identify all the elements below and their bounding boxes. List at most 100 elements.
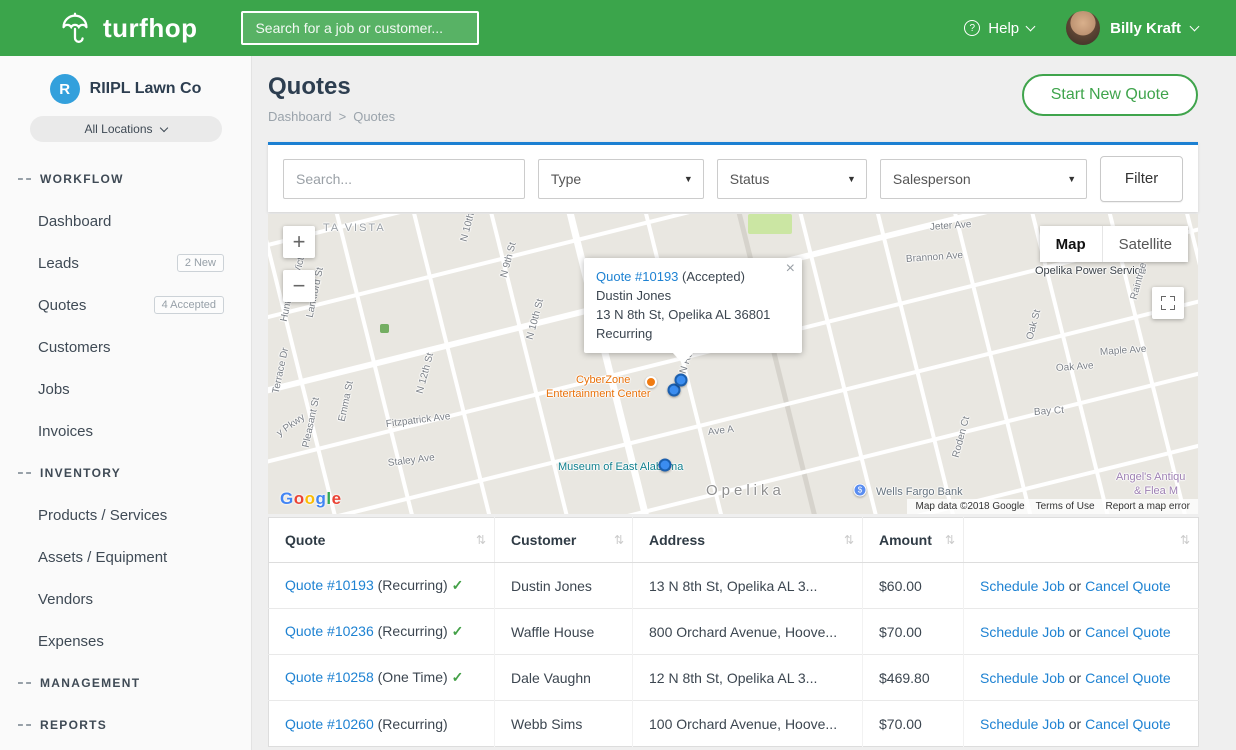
salesperson-select[interactable]: Salesperson ▼ [880, 159, 1087, 199]
quote-type: (Recurring) [378, 577, 448, 593]
terms-of-use-link[interactable]: Terms of Use [1036, 501, 1095, 512]
bank-marker[interactable]: $ [854, 484, 867, 497]
sidebar-item-jobs[interactable]: Jobs [0, 368, 251, 410]
map-label: Opelika Power Service [1035, 265, 1146, 277]
help-label: Help [988, 20, 1019, 37]
poi-marker[interactable] [645, 376, 657, 388]
map-label: Bay Ct [1034, 405, 1065, 418]
quote-marker[interactable] [675, 374, 688, 387]
section-dashes-icon [18, 472, 31, 474]
locations-select[interactable]: All Locations [30, 116, 222, 142]
quote-link[interactable]: Quote #10236 [285, 623, 374, 639]
sort-icon[interactable]: ⇅ [844, 533, 854, 547]
sidebar-item-quotes[interactable]: Quotes 4 Accepted [0, 284, 251, 326]
amount-cell: $70.00 [863, 701, 964, 747]
status-select[interactable]: Status ▼ [717, 159, 867, 199]
avatar [1066, 11, 1100, 45]
sidebar-item-expenses[interactable]: Expenses [0, 620, 251, 662]
sidebar-item-invoices[interactable]: Invoices [0, 410, 251, 452]
table-row: Quote #10260 (Recurring) Webb Sims 100 O… [269, 701, 1199, 747]
section-inventory[interactable]: INVENTORY [0, 452, 251, 494]
item-label: Dashboard [38, 213, 111, 230]
info-window-frequency: Recurring [596, 325, 778, 344]
section-workflow[interactable]: WORKFLOW [0, 158, 251, 200]
column-header-amount[interactable]: Amount⇅ [863, 518, 964, 563]
zoom-out-button[interactable]: − [283, 270, 315, 302]
start-new-quote-button[interactable]: Start New Quote [1022, 74, 1198, 116]
map-type-map-button[interactable]: Map [1040, 226, 1103, 262]
quotes-badge: 4 Accepted [154, 296, 224, 314]
filter-bar: Type ▼ Status ▼ Salesperson ▼ Filter [268, 142, 1198, 212]
section-management[interactable]: MANAGEMENT [0, 662, 251, 704]
sidebar-nav: WORKFLOW Dashboard Leads 2 New Quotes 4 … [0, 158, 251, 746]
sort-icon[interactable]: ⇅ [945, 533, 955, 547]
section-label: WORKFLOW [40, 172, 124, 186]
sidebar-item-customers[interactable]: Customers [0, 326, 251, 368]
google-logo[interactable]: Google [280, 489, 342, 509]
chevron-down-icon [159, 123, 167, 131]
section-reports[interactable]: REPORTS [0, 704, 251, 746]
amount-cell: $70.00 [863, 609, 964, 655]
customer-cell: Dustin Jones [495, 563, 633, 609]
type-select[interactable]: Type ▼ [538, 159, 704, 199]
cancel-quote-link[interactable]: Cancel Quote [1085, 578, 1171, 594]
map-label: TA VISTA [323, 222, 386, 234]
map-info-window: × Quote #10193 (Accepted) Dustin Jones 1… [584, 258, 802, 353]
item-label: Expenses [38, 633, 104, 650]
item-label: Leads [38, 255, 79, 272]
company-logo: R [50, 74, 80, 104]
schedule-job-link[interactable]: Schedule Job [980, 624, 1065, 640]
sort-icon[interactable]: ⇅ [476, 533, 486, 547]
help-menu[interactable]: ? Help [964, 20, 1034, 37]
map-type-satellite-button[interactable]: Satellite [1103, 226, 1188, 262]
column-header-address[interactable]: Address⇅ [633, 518, 863, 563]
schedule-job-link[interactable]: Schedule Job [980, 578, 1065, 594]
quotes-search-input[interactable] [283, 159, 525, 199]
column-header-quote[interactable]: Quote⇅ [269, 518, 495, 563]
item-label: Assets / Equipment [38, 549, 167, 566]
amount-cell: $60.00 [863, 563, 964, 609]
global-search-input[interactable] [241, 11, 479, 45]
fullscreen-button[interactable] [1152, 287, 1184, 319]
report-map-error-link[interactable]: Report a map error [1106, 501, 1190, 512]
sidebar-item-leads[interactable]: Leads 2 New [0, 242, 251, 284]
breadcrumb-dashboard[interactable]: Dashboard [268, 109, 332, 124]
map-label: CyberZone [576, 374, 630, 386]
schedule-job-link[interactable]: Schedule Job [980, 670, 1065, 686]
cancel-quote-link[interactable]: Cancel Quote [1085, 624, 1171, 640]
sidebar-item-products-services[interactable]: Products / Services [0, 494, 251, 536]
chevron-down-icon: ▼ [684, 174, 693, 184]
zoom-in-button[interactable]: + [283, 226, 315, 258]
locations-label: All Locations [84, 122, 152, 136]
cancel-quote-link[interactable]: Cancel Quote [1085, 716, 1171, 732]
sort-icon[interactable]: ⇅ [614, 533, 624, 547]
chevron-down-icon [1026, 21, 1036, 31]
user-menu[interactable]: Billy Kraft [1066, 11, 1198, 45]
map-label: Opelika [706, 482, 785, 499]
brand[interactable]: turfhop [56, 9, 197, 47]
park-icon [380, 324, 389, 333]
sidebar-item-assets-equipment[interactable]: Assets / Equipment [0, 536, 251, 578]
address-cell: 12 N 8th St, Opelika AL 3... [633, 655, 863, 701]
quote-link[interactable]: Quote #10193 [285, 577, 374, 593]
section-label: REPORTS [40, 718, 107, 732]
filter-button[interactable]: Filter [1100, 156, 1183, 202]
column-header-actions[interactable]: ⇅ [964, 518, 1199, 563]
close-icon[interactable]: × [786, 261, 795, 277]
address-cell: 100 Orchard Avenue, Hoove... [633, 701, 863, 747]
schedule-job-link[interactable]: Schedule Job [980, 716, 1065, 732]
sidebar-item-vendors[interactable]: Vendors [0, 578, 251, 620]
map[interactable]: TA VISTAN 10th StN 9th StN 10th StN 12th… [268, 214, 1198, 514]
breadcrumb-quotes[interactable]: Quotes [353, 109, 395, 124]
quote-link[interactable]: Quote #10260 [285, 716, 374, 732]
help-icon: ? [964, 20, 980, 36]
sort-icon[interactable]: ⇅ [1180, 533, 1190, 547]
column-header-customer[interactable]: Customer⇅ [495, 518, 633, 563]
cancel-quote-link[interactable]: Cancel Quote [1085, 670, 1171, 686]
info-window-quote-link[interactable]: Quote #10193 [596, 269, 678, 284]
quote-link[interactable]: Quote #10258 [285, 669, 374, 685]
info-window-address: 13 N 8th St, Opelika AL 36801 [596, 306, 778, 325]
sidebar-item-dashboard[interactable]: Dashboard [0, 200, 251, 242]
chevron-down-icon: ▼ [847, 174, 856, 184]
quote-marker[interactable] [659, 459, 672, 472]
